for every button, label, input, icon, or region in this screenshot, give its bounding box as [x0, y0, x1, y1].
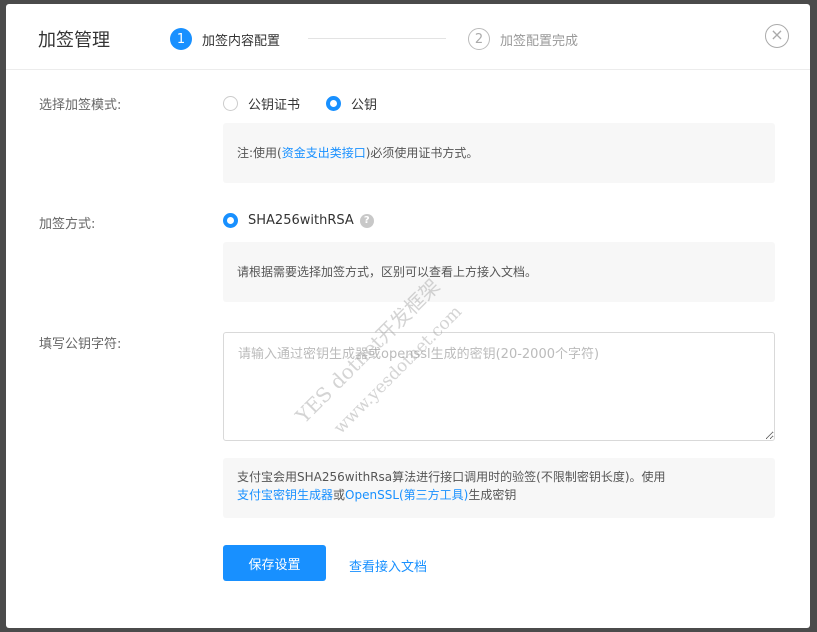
radio-sha256-label: SHA256withRSA [248, 213, 354, 228]
step-2-label: 加签配置完成 [500, 33, 579, 49]
method-label: 加签方式: [39, 217, 96, 232]
radio-public-key-cert[interactable]: 公钥证书 [223, 94, 300, 113]
modal-title: 加签管理 [38, 30, 110, 51]
step-1: 1 加签内容配置 [170, 28, 280, 50]
step-connector [308, 38, 446, 39]
radio-public-key-cert-label: 公钥证书 [248, 98, 301, 113]
method-note: 请根据需要选择加签方式，区别可以查看上方接入文档。 [223, 242, 775, 302]
key-info-text2: 生成密钥 [468, 488, 517, 502]
save-button[interactable]: 保存设置 [223, 545, 326, 581]
add-sign-modal: 加签管理 1 加签内容配置 2 加签配置完成 × 选择加签模式: 公钥证书 公钥… [6, 4, 810, 628]
public-key-input[interactable] [223, 332, 775, 441]
close-icon[interactable]: × [765, 24, 789, 48]
radio-public-key[interactable]: 公钥 [326, 94, 377, 113]
radio-checked-icon[interactable] [223, 213, 238, 228]
alipay-keygen-link[interactable]: 支付宝密钥生成器 [237, 488, 333, 502]
key-info-or: 或 [333, 488, 346, 502]
fund-interface-link[interactable]: 资金支出类接口 [282, 146, 366, 160]
radio-unchecked-icon[interactable] [223, 96, 238, 111]
view-docs-link[interactable]: 查看接入文档 [349, 556, 427, 575]
radio-sha256[interactable]: SHA256withRSA ? [223, 213, 374, 228]
step-2-number: 2 [468, 28, 490, 50]
mode-note-prefix: 注:使用( [237, 146, 282, 160]
mode-note: 注:使用(资金支出类接口)必须使用证书方式。 [223, 123, 775, 183]
key-info-note: 支付宝会用SHA256withRsa算法进行接口调用时的验签(不限制密钥长度)。… [223, 458, 775, 518]
mode-label: 选择加签模式: [39, 98, 122, 113]
mode-note-suffix: )必须使用证书方式。 [365, 146, 479, 160]
step-1-number: 1 [170, 28, 192, 50]
radio-public-key-label: 公钥 [351, 98, 378, 113]
step-1-label: 加签内容配置 [202, 33, 281, 49]
help-icon[interactable]: ? [359, 213, 374, 228]
step-2: 2 加签配置完成 [468, 28, 578, 50]
openssl-link[interactable]: OpenSSL(第三方工具) [345, 488, 468, 502]
radio-checked-icon[interactable] [326, 96, 341, 111]
key-info-text1: 支付宝会用SHA256withRsa算法进行接口调用时的验签(不限制密钥长度)。… [237, 470, 666, 484]
modal-header: 加签管理 1 加签内容配置 2 加签配置完成 × [6, 4, 810, 70]
public-key-label: 填写公钥字符: [39, 337, 122, 352]
